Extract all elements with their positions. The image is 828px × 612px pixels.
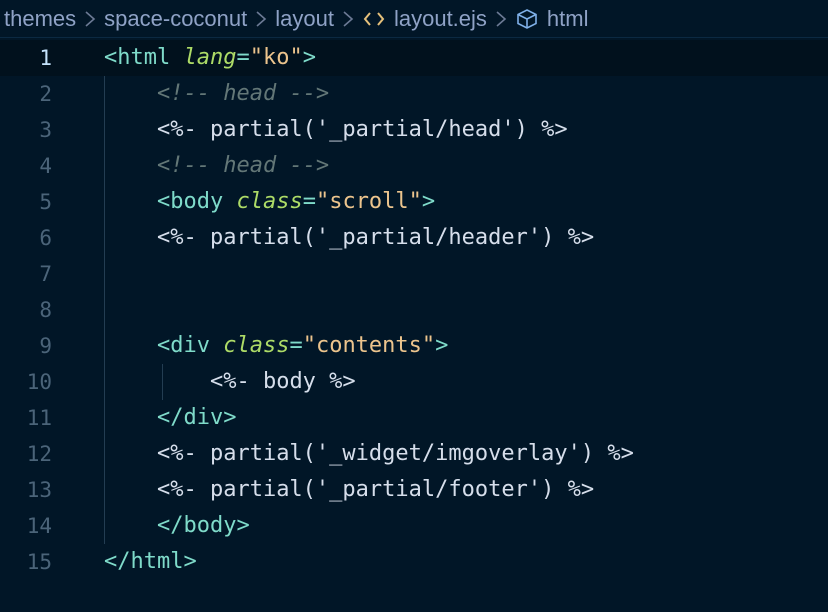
chevron-right-icon (342, 10, 354, 28)
code-brackets-icon (362, 8, 386, 30)
code-editor: themes space-coconut layout layout.ejs h… (0, 0, 828, 612)
breadcrumb-item-space-coconut[interactable]: space-coconut (104, 6, 247, 32)
code-line[interactable]: 1 <html lang="ko"> (0, 40, 828, 76)
code-token: class (236, 189, 303, 214)
line-number: 11 (26, 406, 52, 430)
code-token: > (435, 333, 449, 358)
code-line[interactable]: 9 <div class="contents"> (0, 328, 828, 364)
line-number: 7 (39, 262, 52, 286)
code-line[interactable]: 2 <!-- head --> (0, 76, 828, 112)
line-number: 2 (39, 82, 52, 106)
breadcrumb: themes space-coconut layout layout.ejs h… (0, 0, 828, 38)
line-content: </div> (104, 400, 236, 436)
line-number: 1 (39, 46, 52, 70)
code-line[interactable]: 6 <%- partial('_partial/header') %> (0, 220, 828, 256)
code-token: "ko" (249, 45, 303, 70)
code-line[interactable]: 11 </div> (0, 400, 828, 436)
code-area[interactable]: 1 <html lang="ko"> 2 <!-- head --> 3 <%- pa… (0, 40, 828, 580)
code-token: <%- body %> (209, 369, 356, 394)
code-token: <body (156, 189, 237, 214)
code-token: "contents" (302, 333, 436, 358)
code-token: <%- partial('_partial/header') %> (156, 225, 595, 250)
line-content: <%- partial('_partial/footer') %> (104, 472, 594, 508)
code-token: = (302, 189, 316, 214)
line-number: 12 (26, 442, 52, 466)
line-content: <%- partial('_partial/header') %> (104, 220, 594, 256)
line-content: <%- partial('_widget/imgoverlay') %> (104, 436, 634, 472)
code-token: lang (183, 45, 237, 70)
code-token: <%- partial('_widget/imgoverlay') %> (156, 441, 634, 466)
code-line[interactable]: 5 <body class="scroll"> (0, 184, 828, 220)
code-token: <%- partial('_partial/head') %> (156, 117, 568, 142)
code-token: = (236, 45, 250, 70)
code-token: </div> (156, 405, 237, 430)
chevron-right-icon (84, 10, 96, 28)
line-number: 10 (26, 370, 52, 394)
code-token: </html> (104, 549, 197, 574)
line-number: 4 (39, 154, 52, 178)
line-content: </body> (104, 508, 250, 544)
breadcrumb-item-html[interactable]: html (547, 6, 589, 32)
code-token: <div (156, 333, 224, 358)
line-content: </html> (104, 544, 197, 580)
chevron-right-icon (495, 10, 507, 28)
code-line[interactable]: 10 <%- body %> (0, 364, 828, 400)
line-number: 6 (39, 226, 52, 250)
code-line[interactable]: 14 </body> (0, 508, 828, 544)
code-line[interactable]: 15 </html> (0, 544, 828, 580)
line-content: <body class="scroll"> (104, 184, 435, 220)
line-number: 8 (39, 298, 52, 322)
breadcrumb-item-layout[interactable]: layout (275, 6, 334, 32)
chevron-right-icon (255, 10, 267, 28)
code-token: <!-- head --> (156, 81, 330, 106)
cube-icon (515, 8, 539, 30)
line-content: <%- body %> (104, 364, 356, 400)
code-line[interactable]: 3 <%- partial('_partial/head') %> (0, 112, 828, 148)
line-number: 5 (39, 190, 52, 214)
breadcrumb-item-themes[interactable]: themes (4, 6, 76, 32)
line-number: 14 (26, 514, 52, 538)
code-token: </body> (156, 513, 250, 538)
code-line[interactable]: 7 (0, 256, 828, 292)
code-token: <html (104, 45, 184, 70)
code-token: = (289, 333, 303, 358)
code-token: <!-- head --> (156, 153, 330, 178)
line-content: <!-- head --> (104, 76, 329, 112)
line-number: 13 (26, 478, 52, 502)
breadcrumb-item-layout-ejs[interactable]: layout.ejs (394, 6, 487, 32)
code-token: > (421, 189, 436, 214)
line-content: <html lang="ko"> (104, 40, 316, 76)
code-line[interactable]: 13 <%- partial('_partial/footer') %> (0, 472, 828, 508)
code-token: > (302, 45, 316, 70)
code-token: <%- partial('_partial/footer') %> (156, 477, 595, 502)
code-line[interactable]: 8 (0, 292, 828, 328)
line-content: <%- partial('_partial/head') %> (104, 112, 568, 148)
line-content: <div class="contents"> (104, 328, 448, 364)
code-token: "scroll" (315, 189, 422, 214)
line-number: 3 (39, 118, 52, 142)
code-line[interactable]: 12 <%- partial('_widget/imgoverlay') %> (0, 436, 828, 472)
line-number: 15 (26, 550, 52, 574)
code-line[interactable]: 4 <!-- head --> (0, 148, 828, 184)
line-number: 9 (39, 334, 52, 358)
code-token: class (223, 333, 290, 358)
line-content: <!-- head --> (104, 148, 329, 184)
